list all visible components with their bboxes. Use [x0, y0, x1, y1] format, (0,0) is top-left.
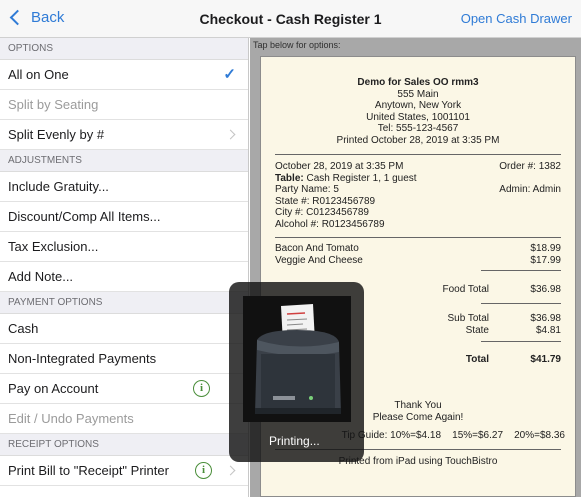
navigation-bar: Back Checkout - Cash Register 1 Open Cas…	[0, 0, 581, 38]
telephone: Tel: 555-123-4567	[377, 123, 459, 134]
option-split-evenly[interactable]: Split Evenly by #	[0, 120, 248, 150]
business-name: Demo for Sales OO rmm3	[357, 77, 479, 88]
alcohol-number: Alcohol #: R0123456789	[275, 219, 385, 230]
address-line: 555 Main	[397, 88, 439, 100]
state-number: State #: R0123456789	[275, 196, 376, 207]
adjustment-label: Include Gratuity...	[8, 179, 109, 194]
payment-label: Non-Integrated Payments	[8, 351, 157, 366]
item-name: Veggie And Cheese	[275, 255, 363, 266]
payment-edit-undo[interactable]: Edit / Undo Payments	[0, 404, 248, 434]
food-total-label: Food Total	[442, 284, 489, 295]
option-label: Split by Seating	[8, 97, 99, 112]
payment-pay-on-account[interactable]: Pay on Account i	[0, 374, 248, 404]
subtotal-value: $36.98	[530, 313, 561, 324]
back-label: Back	[31, 9, 65, 26]
item-price: $17.99	[530, 255, 561, 266]
total-label: Total	[465, 354, 489, 365]
adjustment-add-note[interactable]: Add Note...	[0, 262, 248, 292]
option-label: All on One	[8, 67, 69, 82]
chevron-right-icon	[225, 465, 236, 476]
item-name: Bacon And Tomato	[275, 243, 359, 254]
printer-icon	[243, 296, 351, 422]
option-split-by-seating[interactable]: Split by Seating	[0, 90, 248, 120]
table-info: Table: Cash Register 1, 1 guest	[275, 173, 417, 185]
address-line: United States, 1001101	[366, 111, 470, 123]
section-header-adjustments: ADJUSTMENTS	[0, 150, 248, 172]
adjustment-discount-comp[interactable]: Discount/Comp All Items...	[0, 202, 248, 232]
adjustment-label: Discount/Comp All Items...	[8, 209, 161, 224]
info-icon[interactable]: i	[195, 462, 212, 479]
item-price: $18.99	[530, 243, 561, 254]
printing-label: Printing...	[269, 434, 320, 448]
printing-overlay: Printing...	[229, 282, 364, 462]
state-tax-label: State	[465, 325, 489, 336]
receipt-option-label: Print Bill to "Receipt" Printer	[8, 463, 169, 478]
total-value: $41.79	[530, 354, 561, 365]
payment-label: Pay on Account	[8, 381, 99, 396]
option-all-on-one[interactable]: All on One ✓	[0, 60, 248, 90]
chevron-left-icon	[9, 9, 26, 26]
payment-label: Edit / Undo Payments	[8, 411, 134, 426]
order-date: October 28, 2019 at 3:35 PM	[275, 161, 404, 172]
adjustment-label: Add Note...	[8, 269, 74, 284]
payment-cash[interactable]: Cash	[0, 314, 248, 344]
address-line: Anytown, New York	[374, 100, 462, 111]
adjustment-tax-exclusion[interactable]: Tax Exclusion...	[0, 232, 248, 262]
divider	[481, 270, 561, 271]
divider	[481, 303, 561, 304]
payment-label: Cash	[8, 321, 39, 336]
payment-non-integrated[interactable]: Non-Integrated Payments	[0, 344, 248, 374]
state-tax-value: $4.81	[535, 325, 561, 336]
divider	[481, 341, 561, 342]
adjustment-include-gratuity[interactable]: Include Gratuity...	[0, 172, 248, 202]
food-total-value: $36.98	[530, 284, 561, 295]
party-name: Party Name: 5	[275, 184, 339, 195]
info-icon[interactable]: i	[193, 380, 210, 397]
divider	[275, 154, 561, 155]
divider	[275, 237, 561, 238]
checkmark-icon: ✓	[223, 66, 236, 83]
receipt-header: Demo for Sales OO rmm3 555 Main Anytown,…	[261, 77, 575, 146]
section-header-payment-options: PAYMENT OPTIONS	[0, 292, 248, 314]
adjustment-label: Tax Exclusion...	[8, 239, 99, 254]
receipt-print-bill[interactable]: Print Bill to "Receipt" Printer i	[0, 456, 248, 486]
tap-hint: Tap below for options:	[253, 40, 341, 50]
section-header-options: OPTIONS	[0, 38, 248, 60]
option-label: Split Evenly by #	[8, 127, 105, 142]
order-number: Order #: 1382	[499, 161, 561, 172]
checkout-options-sidebar: OPTIONS All on One ✓ Split by Seating Sp…	[0, 38, 249, 497]
table-value: Cash Register 1, 1 guest	[303, 173, 417, 184]
table-label: Table:	[275, 173, 304, 184]
city-number: City #: C0123456789	[275, 207, 369, 218]
admin-name: Admin: Admin	[499, 184, 561, 195]
printed-date: Printed October 28, 2019 at 3:35 PM	[336, 134, 500, 146]
subtotal-label: Sub Total	[447, 313, 489, 324]
back-button[interactable]: Back	[9, 9, 64, 26]
chevron-right-icon	[225, 129, 236, 140]
open-cash-drawer-button[interactable]: Open Cash Drawer	[461, 11, 572, 26]
section-header-receipt-options: RECEIPT OPTIONS	[0, 434, 248, 456]
